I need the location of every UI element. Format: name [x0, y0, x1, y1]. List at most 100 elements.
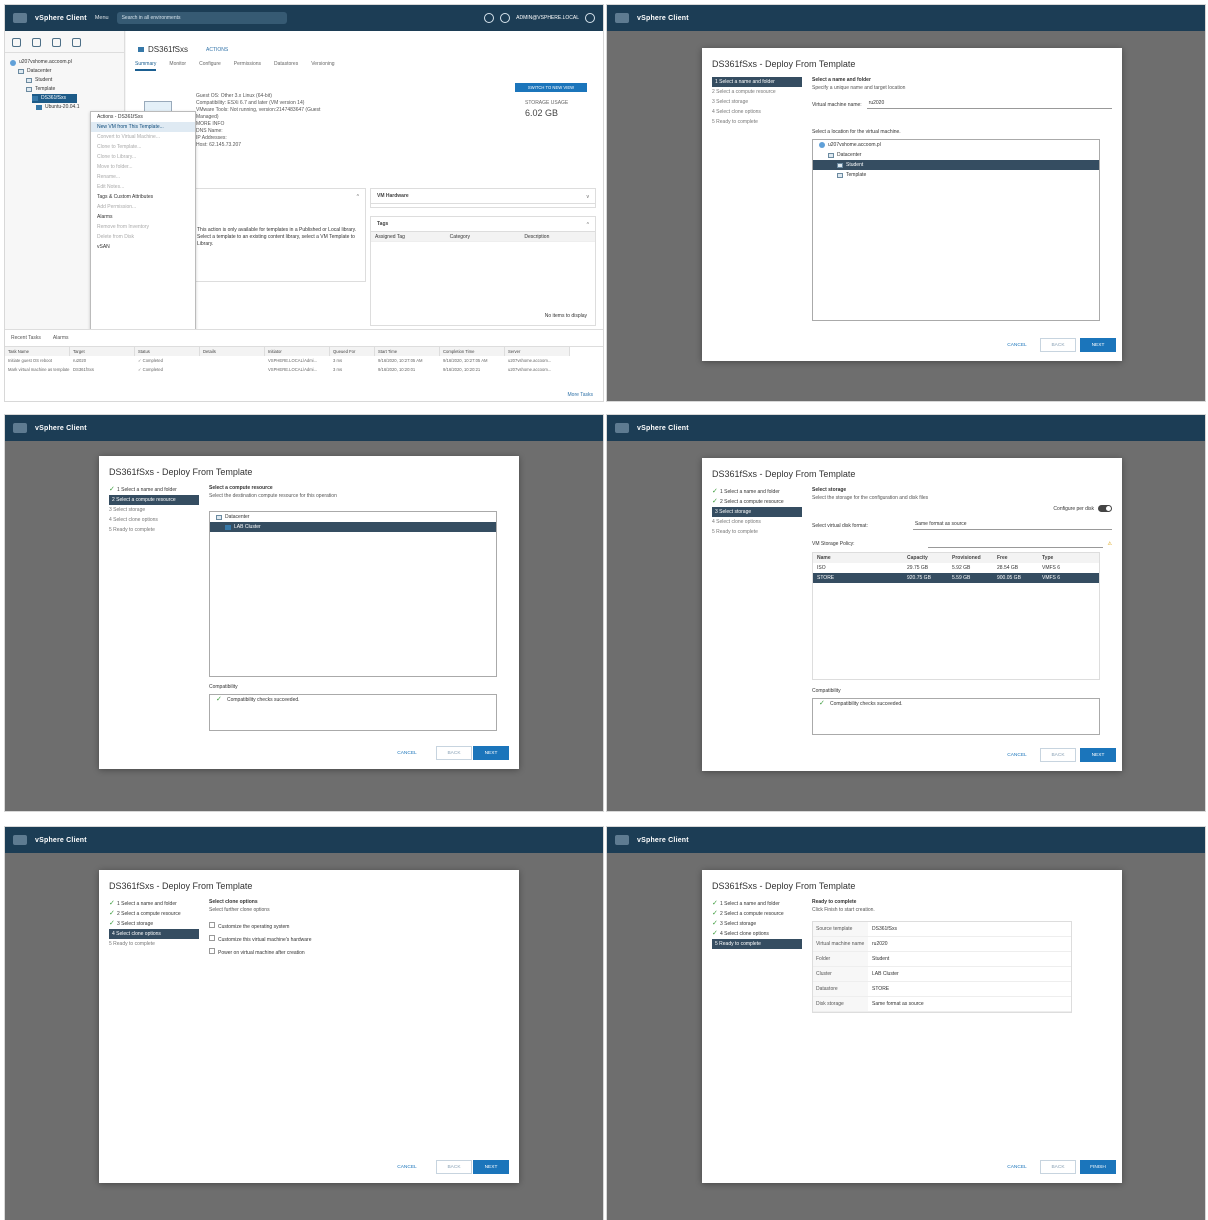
tree-node-datacenter[interactable]: Datacenter	[813, 150, 1099, 160]
tree-node-datacenter[interactable]: Datacenter	[210, 512, 496, 522]
menu-convert[interactable]: Convert to Virtual Machine...	[91, 132, 195, 142]
wizard-step[interactable]: 3 Select storage	[712, 97, 802, 107]
tree-node-template[interactable]: Template	[10, 85, 119, 94]
menu-add-permission[interactable]: Add Permission...	[91, 202, 195, 212]
wizard-step-completed[interactable]: ✓ 1 Select a name and folder	[712, 487, 802, 497]
wizard-step[interactable]: 2 Select a compute resource	[712, 87, 802, 97]
tree-node-vcenter[interactable]: u207vshome.accoom.pl	[813, 140, 1099, 150]
cancel-button[interactable]: CANCEL	[392, 746, 422, 760]
vms-icon[interactable]	[32, 38, 41, 47]
tree-node-student[interactable]: Student	[10, 76, 119, 85]
back-button[interactable]: BACK	[436, 1160, 472, 1174]
menu-clone-template[interactable]: Clone to Template...	[91, 142, 195, 152]
wizard-step-completed[interactable]: ✓ 1 Select a name and folder	[109, 485, 199, 495]
prop-more-info[interactable]: MORE INFO	[196, 121, 336, 128]
hosts-icon[interactable]	[12, 38, 21, 47]
wizard-step-completed[interactable]: ✓ 1 Select a name and folder	[109, 899, 199, 909]
tree-node-lab-cluster-selected[interactable]: LAB Cluster	[210, 522, 496, 532]
wizard-step[interactable]: 5 Ready to complete	[109, 939, 199, 949]
customize-os-option[interactable]: Customize the operating system	[209, 921, 509, 934]
wizard-step[interactable]: 4 Select clone options	[712, 107, 802, 117]
menu-dropdown[interactable]: Menu	[95, 15, 109, 21]
wizard-step[interactable]: 5 Ready to complete	[712, 527, 802, 537]
refresh-icon[interactable]	[484, 13, 495, 23]
table-cell[interactable]: u207vshome.accoom...	[505, 356, 570, 365]
tab-configure[interactable]: Configure	[199, 61, 221, 71]
wizard-step[interactable]: 5 Ready to complete	[712, 117, 802, 127]
wizard-step-current[interactable]: 3 Select storage	[712, 507, 802, 517]
user-icon[interactable]	[585, 13, 595, 23]
more-tasks-link[interactable]: More Tasks	[568, 392, 593, 398]
menu-tags[interactable]: Tags & Custom Attributes	[91, 192, 195, 202]
chevron-down-icon[interactable]: v	[587, 194, 590, 200]
tab-summary[interactable]: Summary	[135, 61, 157, 71]
storage-policy-select[interactable]	[927, 539, 1103, 548]
table-cell[interactable]: DS361fSxs	[70, 365, 135, 374]
wizard-step[interactable]: 4 Select clone options	[712, 517, 802, 527]
next-button[interactable]: NEXT	[473, 746, 509, 760]
checkbox-icon[interactable]	[209, 935, 215, 941]
customize-hardware-option[interactable]: Customize this virtual machine's hardwar…	[209, 934, 509, 947]
table-cell[interactable]: ru2020	[70, 356, 135, 365]
menu-new-vm-from-template[interactable]: New VM from This Template...	[91, 122, 195, 132]
chevron-up-icon[interactable]: ^	[587, 222, 589, 228]
user-menu[interactable]: ADMIN@VSPHERE.LOCAL	[516, 15, 579, 21]
back-button[interactable]: BACK	[1040, 338, 1076, 352]
wizard-step-current[interactable]: 5 Ready to complete	[712, 939, 802, 949]
tree-node-template[interactable]: Template	[813, 170, 1099, 180]
next-button[interactable]: NEXT	[1080, 338, 1116, 352]
checkbox-icon[interactable]	[209, 948, 215, 954]
menu-rename[interactable]: Rename...	[91, 172, 195, 182]
tab-datastores[interactable]: Datastores	[274, 61, 298, 71]
menu-delete-disk[interactable]: Delete from Disk	[91, 232, 195, 242]
cancel-button[interactable]: CANCEL	[1002, 1160, 1032, 1174]
global-search-input[interactable]: Search in all environments	[116, 12, 287, 24]
menu-move-folder[interactable]: Move to folder...	[91, 162, 195, 172]
menu-alarms[interactable]: Alarms	[91, 212, 195, 222]
tree-node-student-selected[interactable]: Student	[813, 160, 1099, 170]
chevron-up-icon[interactable]: ^	[357, 194, 359, 200]
tree-node-selected-template[interactable]: DS361fSxs	[32, 94, 77, 103]
tree-node-datacenter[interactable]: Datacenter	[10, 67, 119, 76]
tab-permissions[interactable]: Permissions	[234, 61, 261, 71]
checkbox-icon[interactable]	[209, 922, 215, 928]
tab-versioning[interactable]: Versioning	[311, 61, 334, 71]
wizard-step-completed[interactable]: ✓ 3 Select storage	[109, 919, 199, 929]
menu-clone-library[interactable]: Clone to Library...	[91, 152, 195, 162]
configure-per-disk-toggle[interactable]	[1098, 505, 1112, 512]
tree-node-vcenter[interactable]: u207vshome.accoom.pl	[10, 58, 119, 67]
wizard-step-completed[interactable]: ✓ 1 Select a name and folder	[712, 899, 802, 909]
power-on-option[interactable]: Power on virtual machine after creation	[209, 947, 509, 960]
tab-monitor[interactable]: Monitor	[169, 61, 186, 71]
disk-format-select[interactable]: Same format as source	[912, 521, 1112, 530]
next-button[interactable]: NEXT	[1080, 748, 1116, 762]
wizard-step[interactable]: 5 Ready to complete	[109, 525, 199, 535]
network-icon[interactable]	[72, 38, 81, 47]
wizard-step-current[interactable]: 2 Select a compute resource	[109, 495, 199, 505]
datastore-row-selected[interactable]: STORE 920.75 GB 5.59 GB 900.05 GB VMFS 6	[813, 573, 1099, 583]
vm-name-input[interactable]: ru2020	[866, 100, 1112, 109]
wizard-step-completed[interactable]: ✓ 2 Select a compute resource	[712, 909, 802, 919]
next-button[interactable]: NEXT	[473, 1160, 509, 1174]
wizard-step[interactable]: 4 Select clone options	[109, 515, 199, 525]
wizard-step-completed[interactable]: ✓ 3 Select storage	[712, 919, 802, 929]
actions-menu[interactable]: ACTIONS	[206, 47, 228, 53]
table-cell[interactable]: u207vshome.accoom...	[505, 365, 570, 374]
storage-icon[interactable]	[52, 38, 61, 47]
cancel-button[interactable]: CANCEL	[392, 1160, 422, 1174]
tab-recent-tasks[interactable]: Recent Tasks	[11, 335, 41, 341]
help-icon[interactable]	[500, 13, 511, 23]
wizard-step-current[interactable]: 4 Select clone options	[109, 929, 199, 939]
tab-alarms[interactable]: Alarms	[53, 335, 69, 341]
menu-edit-notes[interactable]: Edit Notes...	[91, 182, 195, 192]
datastore-row[interactable]: ISO 29.75 GB 5.92 GB 28.54 GB VMFS 6	[813, 563, 1099, 573]
finish-button[interactable]: FINISH	[1080, 1160, 1116, 1174]
cancel-button[interactable]: CANCEL	[1002, 338, 1032, 352]
wizard-step-current[interactable]: 1 Select a name and folder	[712, 77, 802, 87]
cancel-button[interactable]: CANCEL	[1002, 748, 1032, 762]
menu-vsan[interactable]: vSAN	[91, 242, 195, 252]
back-button[interactable]: BACK	[1040, 1160, 1076, 1174]
wizard-step[interactable]: 3 Select storage	[109, 505, 199, 515]
switch-to-new-view-button[interactable]: SWITCH TO NEW VIEW	[515, 83, 587, 92]
back-button[interactable]: BACK	[1040, 748, 1076, 762]
